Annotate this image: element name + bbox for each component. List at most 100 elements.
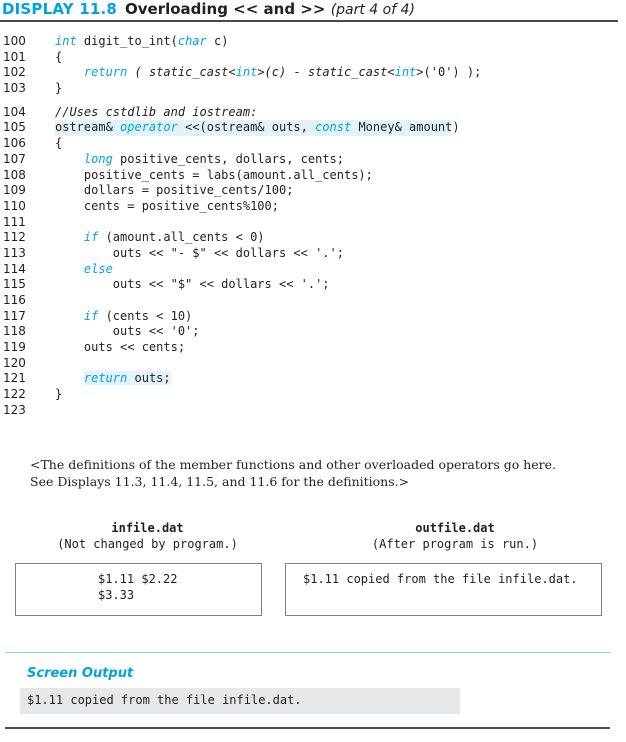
- section-divider: [5, 652, 610, 653]
- code-text: if (amount.all_cents < 0): [55, 230, 265, 246]
- code-line: 121 return outs;: [0, 371, 626, 387]
- code-line: 118 outs << '0';: [0, 324, 626, 340]
- code-token: {: [55, 136, 63, 151]
- outfile-heading: outfile.dat (After program is run.): [340, 520, 570, 552]
- note-line-2: See Displays 11.3, 11.4, 11.5, and 11.6 …: [30, 474, 410, 489]
- infile-box: $1.11 $2.22 $3.33: [15, 563, 262, 616]
- code-line: 120: [0, 356, 626, 372]
- code-line: 114 else: [0, 262, 626, 278]
- line-number: 107: [3, 151, 26, 166]
- code-keyword: int: [235, 65, 258, 80]
- code-text: }: [55, 81, 62, 97]
- code-token: (cents < 10): [98, 308, 193, 323]
- line-number: 106: [3, 136, 26, 151]
- line-number: 103: [3, 81, 26, 96]
- line-number: 120: [3, 355, 26, 370]
- code-line: 119 outs << cents;: [0, 340, 626, 356]
- line-number: 101: [3, 49, 26, 64]
- code-token: positive_cents = labs(amount.all_cents);: [55, 167, 373, 182]
- line-number: 121: [3, 371, 26, 386]
- code-token: c): [206, 34, 229, 48]
- code-gap: [0, 97, 626, 105]
- code-token: ostream&: [55, 120, 121, 135]
- code-token: }: [55, 81, 63, 96]
- line-number: 109: [3, 183, 26, 198]
- code-line: 115 outs << "$" << dollars << '.';: [0, 277, 626, 293]
- code-token: ( static_cast<: [127, 65, 236, 80]
- code-token: outs << "- $" << dollars << '.';: [55, 245, 344, 260]
- code-text: long positive_cents, dollars, cents;: [55, 152, 344, 168]
- code-token: dollars = positive_cents/100;: [55, 183, 294, 198]
- code-token: >('0') );: [416, 65, 482, 80]
- line-number: 122: [3, 387, 26, 402]
- code-line: 109 dollars = positive_cents/100;: [0, 183, 626, 199]
- infile-heading: infile.dat (Not changed by program.): [40, 520, 255, 552]
- line-number: 117: [3, 308, 26, 323]
- code-keyword: else: [83, 261, 113, 276]
- display-header: DISPLAY 11.8 Overloading << and >> (part…: [0, 0, 618, 22]
- line-number: 105: [3, 120, 26, 135]
- display-label: DISPLAY 11.8: [2, 0, 118, 18]
- code-token: outs << cents;: [55, 340, 186, 355]
- code-keyword: const: [315, 120, 352, 135]
- code-line: 103}: [0, 81, 626, 97]
- code-token: cents = positive_cents%100;: [55, 198, 279, 213]
- code-token: positive_cents, dollars, cents;: [112, 151, 344, 166]
- code-text: dollars = positive_cents/100;: [55, 183, 294, 199]
- code-line: 112 if (amount.all_cents < 0): [0, 230, 626, 246]
- line-number: 104: [3, 104, 26, 119]
- code-line: 116: [0, 293, 626, 309]
- code-token: outs << "$" << dollars << '.';: [55, 277, 330, 292]
- line-number: 113: [3, 245, 26, 260]
- infile-content-1: $1.11 $2.22: [98, 572, 178, 586]
- code-keyword: if: [83, 230, 99, 245]
- code-line: 113 outs << "- $" << dollars << '.';: [0, 246, 626, 262]
- line-number: 108: [3, 167, 26, 182]
- code-keyword: int: [394, 65, 417, 80]
- line-number: 114: [3, 261, 26, 276]
- code-token: outs;: [127, 371, 171, 386]
- code-text: outs << cents;: [55, 340, 185, 356]
- display-part: (part 4 of 4): [330, 2, 415, 18]
- code-line: 100 int digit_to_int(char c): [0, 34, 626, 50]
- outfile-box: $1.11 copied from the file infile.dat.: [285, 563, 602, 616]
- code-token: (amount.all_cents < 0): [98, 230, 265, 245]
- line-number: 111: [3, 214, 26, 229]
- code-text: //Uses cstdlib and iostream:: [55, 105, 257, 121]
- code-text: else: [55, 262, 113, 278]
- code-keyword: return: [83, 371, 128, 386]
- line-number: 119: [3, 340, 26, 355]
- infile-desc: (Not changed by program.): [57, 537, 238, 551]
- line-number: 116: [3, 293, 26, 307]
- outfile-content-1: $1.11 copied from the file infile.dat.: [303, 572, 578, 586]
- code-text: {: [55, 50, 62, 66]
- outfile-desc: (After program is run.): [371, 537, 539, 551]
- code-text: positive_cents = labs(amount.all_cents);: [55, 168, 373, 184]
- code-line: 123: [0, 403, 626, 419]
- code-token: digit_to_int(: [76, 34, 178, 48]
- code-line: 107 long positive_cents, dollars, cents;: [0, 152, 626, 168]
- note-line-1: <The definitions of the member functions…: [30, 457, 557, 472]
- line-number: 102: [3, 65, 26, 80]
- code-line: 106 {: [0, 136, 626, 152]
- infile-name: infile.dat: [111, 521, 184, 535]
- line-number: 110: [3, 198, 26, 213]
- display-title: Overloading << and >> (part 4 of 4): [125, 0, 415, 18]
- code-keyword: int: [55, 34, 77, 48]
- bottom-rule: [5, 727, 610, 729]
- code-text: int digit_to_int(char c): [55, 34, 228, 50]
- code-text: {: [55, 136, 62, 152]
- code-text: cents = positive_cents%100;: [55, 199, 279, 215]
- code-line: 111: [0, 215, 626, 231]
- code-line: 104 //Uses cstdlib and iostream:: [0, 105, 626, 121]
- line-number: 118: [3, 324, 26, 339]
- screen-output-text: $1.11 copied from the file infile.dat.: [27, 693, 302, 707]
- code-keyword: return: [83, 65, 128, 80]
- code-line: 122}: [0, 387, 626, 403]
- display-title-text: Overloading << and >>: [125, 0, 326, 18]
